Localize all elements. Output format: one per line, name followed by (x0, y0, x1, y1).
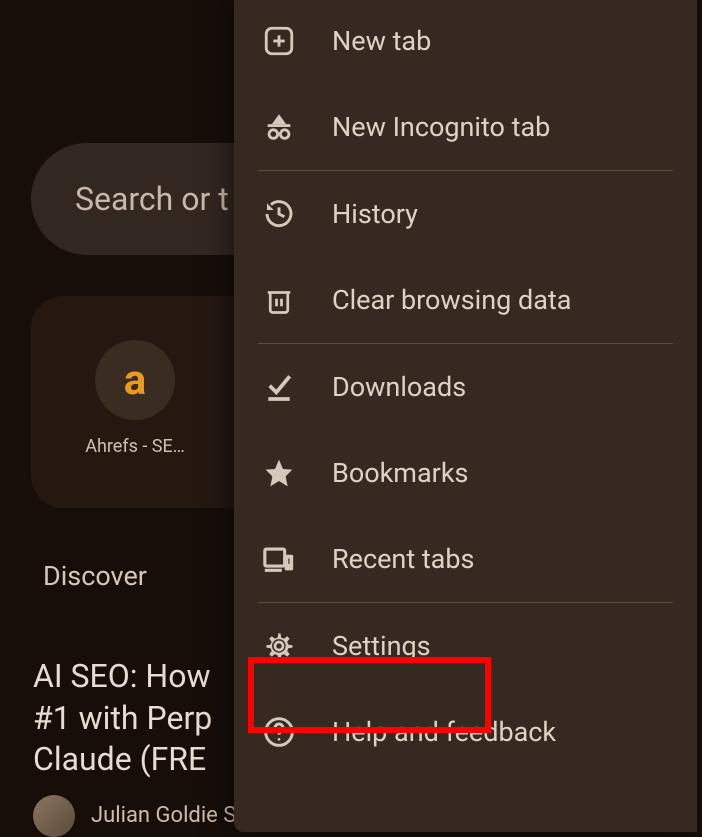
menu-label: New tab (332, 25, 431, 57)
site-label: Ahrefs - SE… (85, 436, 185, 457)
menu-label: History (332, 198, 418, 230)
menu-settings[interactable]: Settings (234, 603, 697, 689)
menu-bookmarks[interactable]: Bookmarks (234, 430, 697, 516)
menu-label: Recent tabs (332, 543, 474, 575)
menu-downloads[interactable]: Downloads (234, 344, 697, 430)
history-icon (262, 197, 296, 231)
menu-label: Help and feedback (332, 716, 556, 748)
gear-icon (262, 629, 296, 663)
site-icon: a (95, 340, 175, 420)
trash-icon (262, 283, 296, 317)
menu-label: Settings (332, 630, 431, 662)
menu-label: New Incognito tab (332, 111, 550, 143)
overflow-menu: New tab New Incognito tab History (234, 0, 697, 832)
menu-history[interactable]: History (234, 171, 697, 257)
devices-icon (262, 542, 296, 576)
menu-label: Downloads (332, 371, 466, 403)
menu-help[interactable]: Help and feedback (234, 689, 697, 775)
menu-label: Bookmarks (332, 457, 468, 489)
incognito-icon (262, 110, 296, 144)
site-tile-ahrefs[interactable]: a Ahrefs - SE… (85, 340, 185, 508)
avatar (33, 795, 75, 837)
menu-label: Clear browsing data (332, 284, 571, 316)
discover-label[interactable]: Discover (43, 560, 147, 592)
plus-square-icon (262, 24, 296, 58)
menu-recent-tabs[interactable]: Recent tabs (234, 516, 697, 602)
download-done-icon (262, 370, 296, 404)
help-icon (262, 715, 296, 749)
star-icon (262, 456, 296, 490)
search-placeholder: Search or t (75, 180, 229, 218)
menu-clear-data[interactable]: Clear browsing data (234, 257, 697, 343)
menu-new-tab[interactable]: New tab (234, 0, 697, 84)
menu-incognito[interactable]: New Incognito tab (234, 84, 697, 170)
